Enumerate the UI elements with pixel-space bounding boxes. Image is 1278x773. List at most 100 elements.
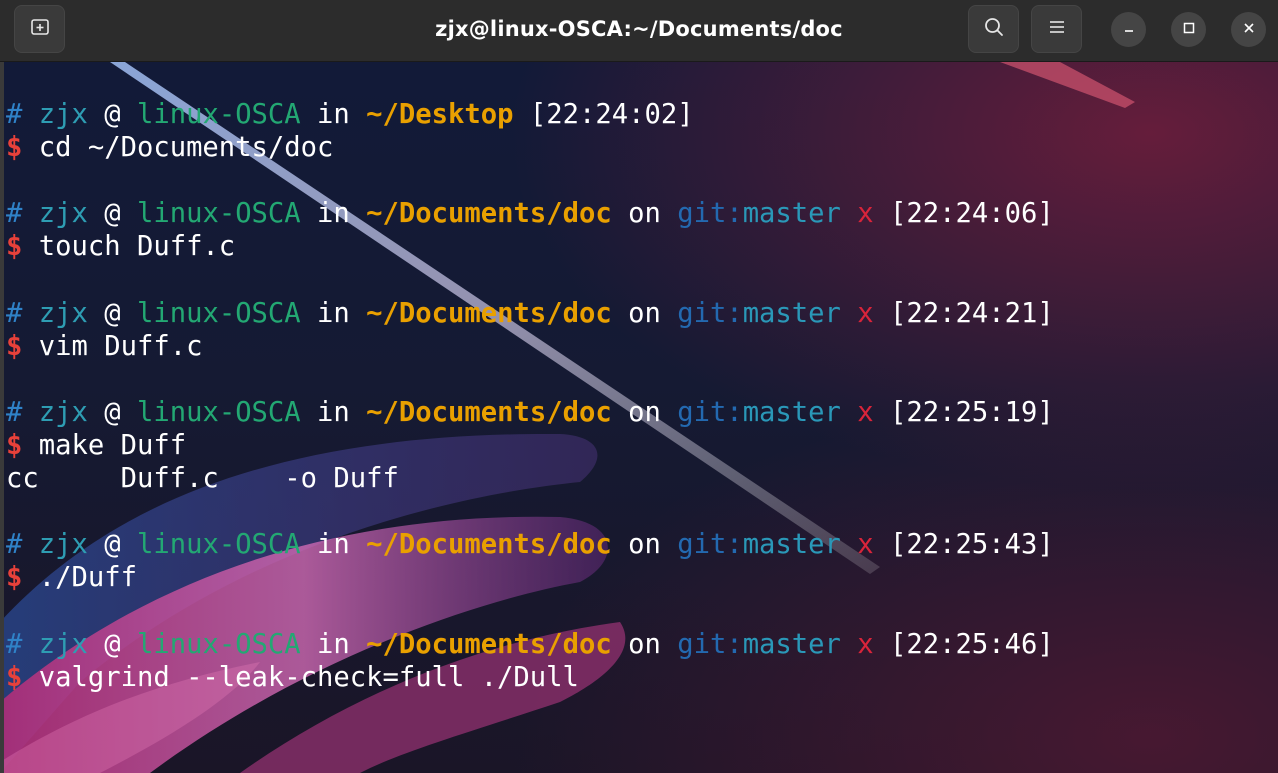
prompt-at: @ [104,396,121,428]
prompt-on: on [628,396,661,428]
prompt-line: # zjx @ linux-OSCA in ~/Documents/doc on… [6,396,1054,429]
prompt-line: # zjx @ linux-OSCA in ~/Documents/doc on… [6,628,1054,661]
minimize-icon [1122,20,1136,39]
prompt-in: in [317,99,350,130]
menu-button[interactable] [1031,5,1082,53]
prompt-hash: # [6,396,23,428]
hamburger-menu-icon [1047,17,1067,41]
prompt-time: [22:25:46] [890,628,1054,660]
prompt-dollar: $ [6,132,23,164]
prompt-time: [22:24:02] [529,99,694,130]
terminal-output: # zjx @ linux-OSCA in ~/Desktop [22:24:0… [6,98,1054,694]
prompt-path: ~/Documents/doc [366,628,612,660]
search-button[interactable] [968,5,1019,53]
prompt-user: zjx [38,198,88,230]
prompt-user: zjx [38,99,88,130]
prompt-on: on [628,198,661,230]
prompt-dollar: $ [6,330,23,362]
prompt-path: ~/Documents/doc [366,297,612,329]
prompt-host: linux-OSCA [136,99,301,130]
prompt-git: git: [677,396,743,428]
prompt-in: in [317,198,350,230]
prompt-line: # zjx @ linux-OSCA in ~/Documents/doc on… [6,528,1054,561]
prompt-at: @ [104,297,121,329]
new-tab-icon [30,17,50,41]
prompt-user: zjx [38,628,88,660]
search-icon [983,16,1005,42]
title-bar[interactable]: zjx@linux-OSCA:~/Documents/doc [0,0,1278,62]
terminal-view[interactable]: # zjx @ linux-OSCA in ~/Desktop [22:24:0… [0,62,1278,773]
prompt-git: git: [677,529,743,561]
command-line: $ cd ~/Documents/doc [6,131,1054,164]
prompt-branch: master [742,396,841,428]
prompt-line: # zjx @ linux-OSCA in ~/Documents/doc on… [6,197,1054,230]
command-text: cd ~/Documents/doc [38,132,334,164]
prompt-in: in [317,396,350,428]
prompt-hash: # [6,529,23,561]
prompt-dirty-marker: x [857,529,874,561]
prompt-path: ~/Desktop [366,99,514,130]
prompt-dirty-marker: x [857,628,874,660]
prompt-path: ~/Documents/doc [366,396,612,428]
maximize-icon [1182,20,1196,39]
prompt-git: git: [677,628,743,660]
close-button[interactable] [1231,12,1266,47]
prompt-git: git: [677,297,743,329]
maximize-button[interactable] [1171,12,1206,47]
command-line: $ vim Duff.c [6,330,1054,363]
command-text: vim Duff.c [38,330,203,362]
command-text: ./Duff [38,562,137,594]
close-icon [1242,20,1256,39]
command-line: $ touch Duff.c [6,230,1054,263]
minimize-button[interactable] [1111,12,1146,47]
prompt-time: [22:24:21] [890,297,1054,329]
prompt-hash: # [6,628,23,660]
prompt-git: git: [677,198,743,230]
command-line: $ valgrind --leak-check=full ./Dull [6,661,1054,694]
prompt-dollar: $ [6,661,23,693]
prompt-path: ~/Documents/doc [366,198,612,230]
window-edge [0,62,4,773]
prompt-dollar: $ [6,562,23,594]
prompt-hash: # [6,297,23,329]
prompt-on: on [628,297,661,329]
prompt-host: linux-OSCA [136,628,301,660]
prompt-at: @ [104,198,121,230]
prompt-path: ~/Documents/doc [366,529,612,561]
prompt-user: zjx [38,396,88,428]
prompt-time: [22:25:19] [890,396,1054,428]
command-line: $ make Duff [6,429,1054,462]
command-output: cc Duff.c -o Duff [6,463,399,495]
prompt-at: @ [104,529,121,561]
prompt-dollar: $ [6,231,23,263]
prompt-in: in [317,628,350,660]
prompt-dirty-marker: x [857,297,874,329]
prompt-line: # zjx @ linux-OSCA in ~/Desktop [22:24:0… [6,98,1054,131]
prompt-at: @ [104,99,121,130]
prompt-dirty-marker: x [857,198,874,230]
new-tab-button[interactable] [14,5,65,53]
prompt-branch: master [742,628,841,660]
prompt-dollar: $ [6,429,23,461]
prompt-in: in [317,297,350,329]
prompt-host: linux-OSCA [136,297,301,329]
prompt-line: # zjx @ linux-OSCA in ~/Documents/doc on… [6,297,1054,330]
prompt-hash: # [6,198,23,230]
prompt-host: linux-OSCA [136,198,301,230]
prompt-host: linux-OSCA [136,396,301,428]
command-line: $ ./Duff [6,561,1054,594]
terminal-window: zjx@linux-OSCA:~/Documents/doc # zjx @ l… [0,0,1278,773]
command-text: valgrind --leak-check=full ./Dull [38,661,579,693]
prompt-user: zjx [38,529,88,561]
prompt-dirty-marker: x [857,396,874,428]
prompt-on: on [628,628,661,660]
window-title: zjx@linux-OSCA:~/Documents/doc [435,17,843,41]
prompt-branch: master [742,198,841,230]
prompt-time: [22:24:06] [890,198,1054,230]
prompt-host: linux-OSCA [136,529,301,561]
